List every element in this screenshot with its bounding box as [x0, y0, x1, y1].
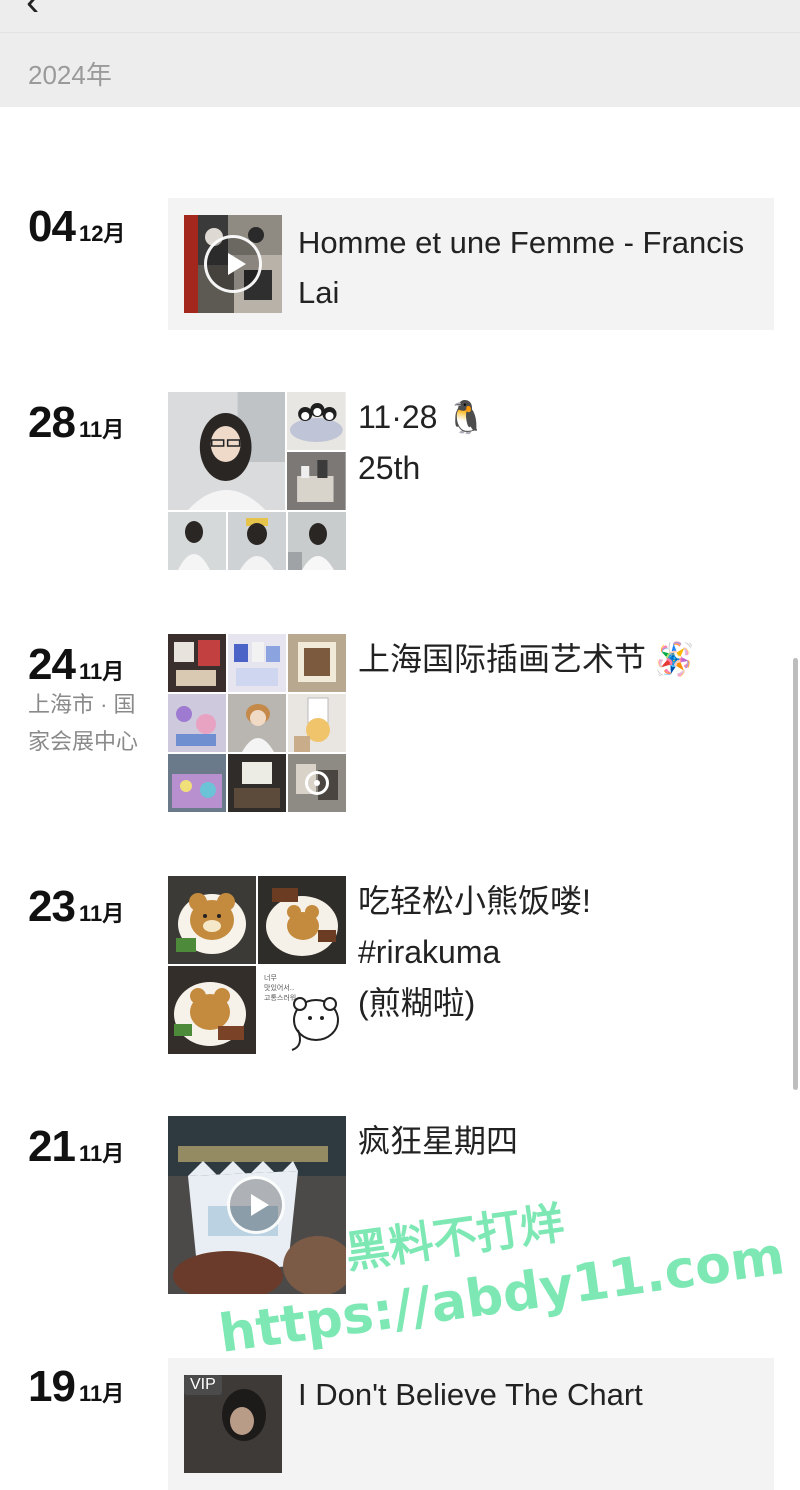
- entry-caption: 上海国际插画艺术节 🪅: [358, 641, 695, 677]
- entry-month: 11月: [78, 901, 125, 926]
- photo-thumbnail[interactable]: [228, 694, 286, 752]
- music-title: I Don't Believe The Chart: [298, 1377, 643, 1412]
- nav-bar: ‹: [0, 0, 800, 32]
- photo-thumbnail[interactable]: [168, 694, 226, 752]
- entry-date: 04 12月: [28, 202, 125, 252]
- entry-date: 23 11月: [28, 882, 124, 932]
- music-title: Homme et une Femme - Francis Lai: [298, 225, 745, 310]
- entry-day: 21: [28, 1122, 76, 1171]
- year-header: 2024年: [0, 32, 800, 107]
- photo-thumbnail[interactable]: [228, 634, 286, 692]
- chevron-left-icon[interactable]: ‹: [26, 0, 39, 25]
- entry-month: 12月: [78, 221, 126, 246]
- entry-caption: 吃轻松小熊饭喽! #rirakuma (煎糊啦): [358, 883, 591, 1021]
- live-photo-icon: [305, 771, 329, 795]
- entry-caption: 疯狂星期四: [358, 1123, 519, 1159]
- photo-grid[interactable]: [168, 634, 346, 812]
- entry-day: 23: [28, 882, 76, 931]
- album-cover[interactable]: VIP: [184, 1375, 282, 1473]
- photo-grid[interactable]: [168, 392, 346, 570]
- entry-day: 04: [28, 202, 76, 251]
- photo-thumbnail[interactable]: [168, 634, 226, 692]
- photo-thumbnail[interactable]: [288, 694, 346, 752]
- year-label: 2024年: [28, 60, 112, 90]
- video-frame[interactable]: [168, 1116, 346, 1294]
- photo-thumbnail[interactable]: [288, 512, 346, 570]
- entry-day: 24: [28, 640, 76, 689]
- music-card[interactable]: Homme et une Femme - Francis Lai: [168, 198, 774, 330]
- entry-month: 11月: [78, 659, 125, 684]
- photo-thumbnail[interactable]: [168, 392, 286, 510]
- photo-row: [168, 512, 346, 570]
- photo-thumbnail[interactable]: [228, 754, 286, 812]
- entry-month: 11月: [78, 417, 125, 442]
- photo-thumbnail[interactable]: [168, 876, 256, 964]
- entry-day: 28: [28, 398, 76, 447]
- entry-date: 21 11月: [28, 1122, 124, 1172]
- entry-date: 19 11月: [28, 1362, 124, 1412]
- entry-caption: 11·28 🐧 25th: [358, 399, 487, 486]
- photo-thumbnail[interactable]: [287, 392, 346, 450]
- entry-month: 11月: [78, 1141, 125, 1166]
- svg-text:맛있어서..: 맛있어서..: [264, 983, 294, 992]
- entry-month: 11月: [78, 1381, 125, 1406]
- entry-day: 19: [28, 1362, 76, 1411]
- photo-thumbnail[interactable]: [288, 634, 346, 692]
- scrollbar[interactable]: [793, 658, 798, 1090]
- entry-location[interactable]: 上海市 · 国家会展中心: [28, 686, 148, 760]
- photo-thumbnail[interactable]: [168, 512, 226, 570]
- photo-thumbnail[interactable]: 너무 맛있어서.. 고통스러워: [258, 966, 346, 1054]
- play-icon[interactable]: [227, 1176, 285, 1234]
- watermark-line1: 黑料不打烊: [342, 1198, 567, 1279]
- photo-thumbnail[interactable]: [168, 754, 226, 812]
- music-card[interactable]: VIP I Don't Believe The Chart: [168, 1358, 774, 1490]
- album-cover[interactable]: [184, 215, 282, 313]
- photo-thumbnail[interactable]: [287, 452, 346, 510]
- svg-text:너무: 너무: [264, 973, 277, 982]
- entry-date: 24 11月: [28, 640, 124, 690]
- photo-thumbnail[interactable]: [288, 754, 346, 812]
- play-icon[interactable]: [204, 235, 262, 293]
- photo-thumbnail[interactable]: [168, 966, 256, 1054]
- svg-text:고통스러워: 고통스러워: [264, 993, 296, 1002]
- photo-thumbnail[interactable]: [258, 876, 346, 964]
- entry-date: 28 11月: [28, 398, 124, 448]
- vip-badge: VIP: [184, 1375, 222, 1395]
- photo-thumbnail[interactable]: [228, 512, 286, 570]
- photo-grid[interactable]: 너무 맛있어서.. 고통스러워: [168, 876, 346, 1054]
- video-thumbnail[interactable]: [168, 1116, 346, 1294]
